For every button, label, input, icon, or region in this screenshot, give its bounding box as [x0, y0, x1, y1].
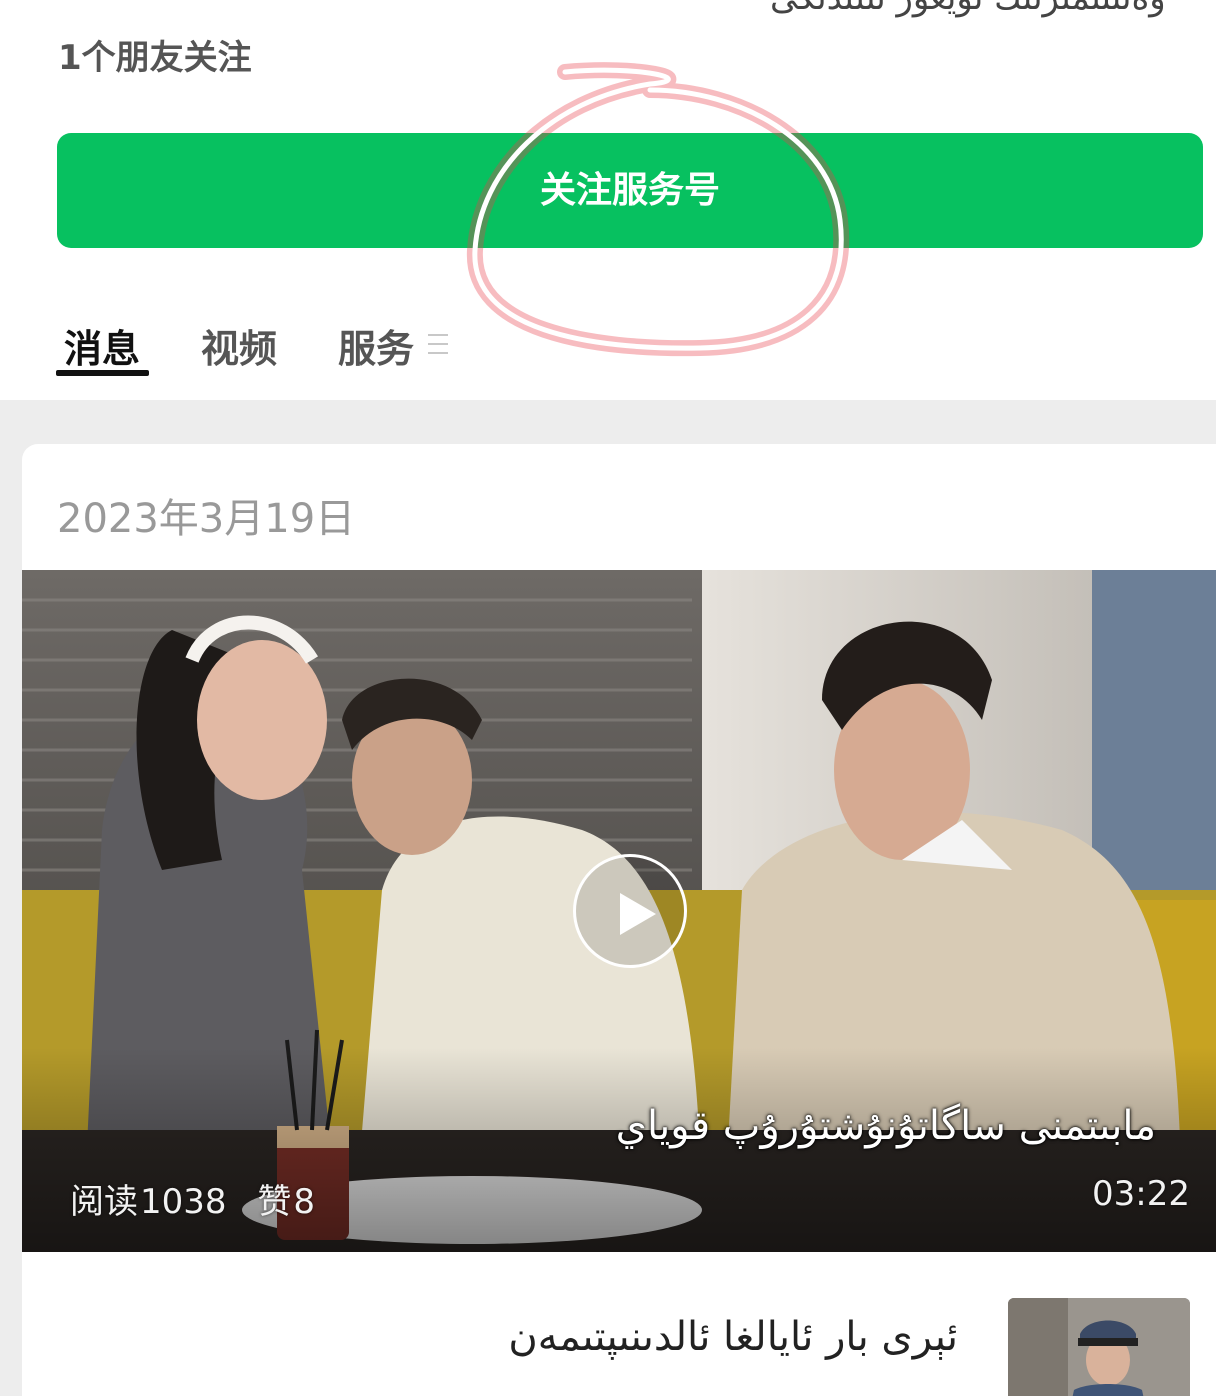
article-title[interactable]: ئېرى بار ئايالغا ئالدىنىپتىمەن: [508, 1314, 958, 1360]
follow-service-account-button[interactable]: 关注服务号: [57, 133, 1203, 248]
message-card: 2023年3月19日 مابىتمنى ساگاتۇنۇشتۇرۇپ قوياي…: [22, 444, 1216, 1396]
active-tab-indicator: [56, 370, 149, 376]
video-stats: 阅读1038 赞8: [70, 1174, 335, 1223]
like-label: 赞: [257, 1182, 292, 1222]
read-count: 1038: [140, 1182, 227, 1222]
tab-videos[interactable]: 视频: [201, 318, 277, 373]
friends-following-count[interactable]: 1个朋友关注: [58, 30, 252, 79]
video-caption: مابىتمنى ساگاتۇنۇشتۇرۇپ قوياي: [615, 1103, 1156, 1149]
tab-services[interactable]: 服务: [338, 318, 414, 373]
article-item[interactable]: ئېرى بار ئايالغا ئالدىنىپتىمەن: [22, 1274, 1216, 1396]
article-thumbnail: [1008, 1298, 1190, 1396]
play-button[interactable]: [573, 854, 687, 968]
video-post[interactable]: مابىتمنى ساگاتۇنۇشتۇرۇپ قوياي 阅读1038 赞8 …: [22, 570, 1216, 1252]
menu-icon[interactable]: [428, 334, 448, 356]
account-header: ۋەتىنىمىزنىڭ ئۇيغۇر تىلىدىكى 1个朋友关注 关注服务…: [0, 0, 1216, 400]
tab-messages[interactable]: 消息: [64, 318, 140, 373]
post-date: 2023年3月19日: [57, 496, 356, 542]
like-count: 8: [293, 1182, 315, 1222]
account-description: ۋەتىنىمىزنىڭ ئۇيغۇر تىلىدىكى: [770, 0, 1166, 18]
video-duration: 03:22: [1092, 1174, 1190, 1214]
read-label: 阅读: [70, 1182, 138, 1222]
